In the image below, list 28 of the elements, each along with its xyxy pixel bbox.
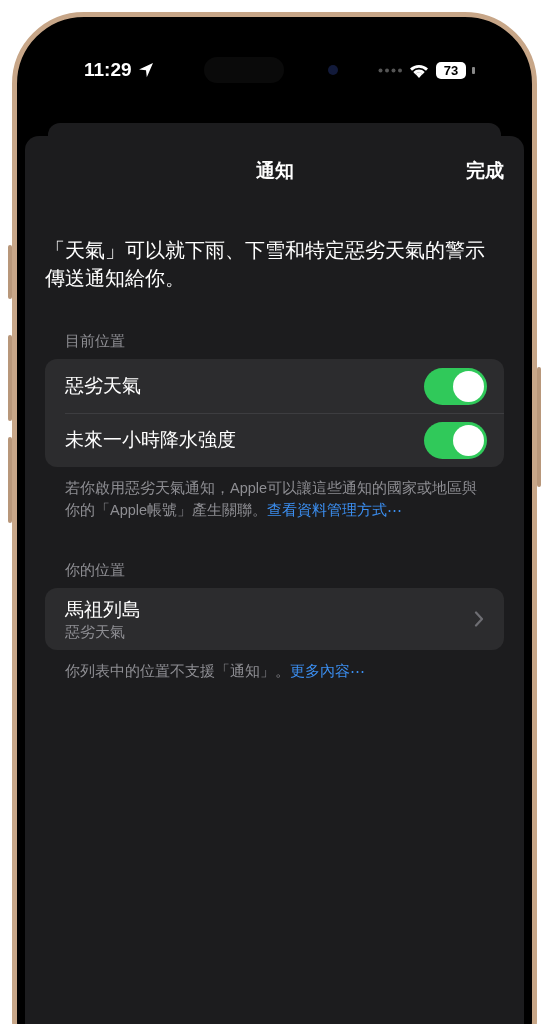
section-header: 目前位置: [65, 332, 126, 351]
toggle-switch[interactable]: [424, 367, 487, 405]
footer-text: 若你啟用惡劣天氣通知，Apple可以讓這些通知的國家或地區與你的「Apple帳號」產生關聯。查看資料管理方式⋯: [65, 479, 479, 520]
location-arrow-icon: [137, 62, 154, 78]
toggle-switch[interactable]: [424, 421, 487, 459]
side-button[interactable]: [537, 367, 541, 487]
done-button[interactable]: 完成: [466, 158, 504, 184]
side-button[interactable]: [8, 335, 12, 421]
camera-icon: [327, 65, 338, 75]
footer-link[interactable]: 更多內容⋯: [290, 663, 365, 679]
location-subtitle: 惡劣天氣: [65, 622, 125, 642]
signal-icon: [378, 67, 402, 73]
location-name: 馬祖列島: [65, 597, 141, 622]
row-label: 未來一小時降水強度: [65, 428, 236, 452]
battery-level: 73: [436, 61, 466, 79]
battery-cap-icon: [472, 66, 475, 74]
location-row[interactable]: 馬祖列島 惡劣天氣: [45, 588, 504, 650]
chevron-icon: [474, 611, 484, 627]
row-label: 惡劣天氣: [65, 374, 141, 398]
sheet-title: 通知: [255, 160, 294, 181]
side-button[interactable]: [8, 437, 12, 523]
footer-link[interactable]: 查看資料管理方式⋯: [267, 502, 403, 518]
section-header: 你的位置: [65, 561, 126, 580]
wifi-icon: [408, 62, 430, 78]
footer-text: 你列表中的位置不支援「通知」。更多內容⋯: [65, 662, 366, 681]
status-time: 11:29: [84, 59, 132, 81]
description-text: 「天氣」可以就下雨、下雪和特定惡劣天氣的警示傳送通知給你。: [45, 238, 485, 291]
side-button[interactable]: [8, 245, 12, 299]
